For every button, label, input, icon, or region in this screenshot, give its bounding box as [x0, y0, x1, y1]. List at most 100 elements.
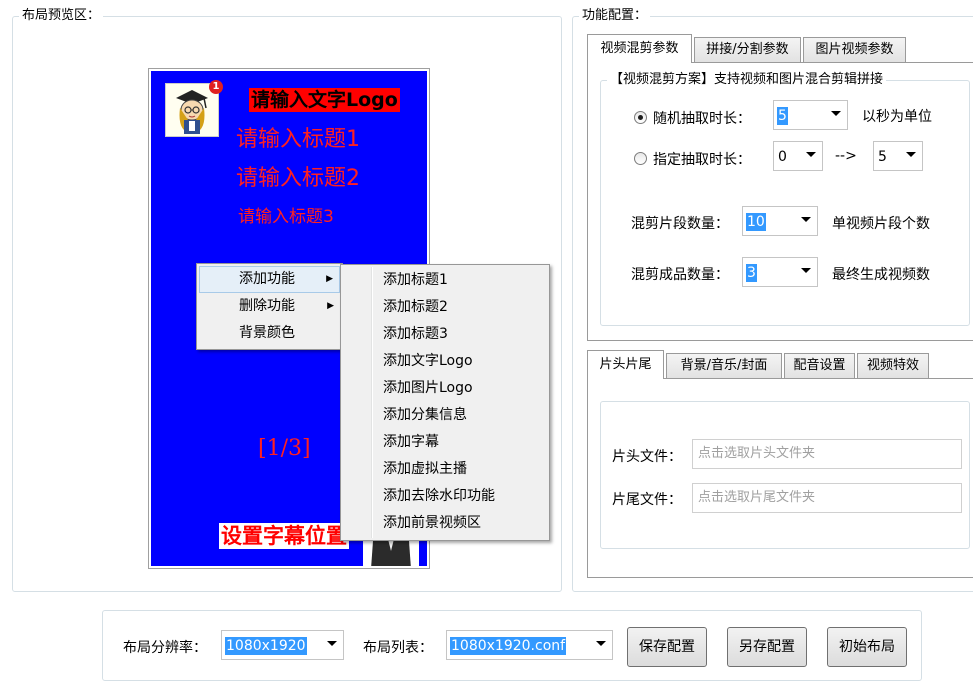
- submenu-add-title-2[interactable]: 添加标题2: [343, 294, 547, 321]
- dropdown-arrow-icon: [596, 641, 606, 646]
- outputs-count-hint: 最终生成视频数: [832, 267, 930, 283]
- avatar-logo[interactable]: 1: [165, 80, 223, 137]
- submenu-item-label: 添加文字Logo: [383, 353, 473, 369]
- layout-preview-title: 布局预览区：: [19, 8, 104, 24]
- intro-outro-inner-group: [600, 401, 970, 549]
- tab-intro-outro[interactable]: 片头片尾: [587, 350, 664, 379]
- tab-voiceover[interactable]: 配音设置: [784, 353, 855, 378]
- save-config-button[interactable]: 保存配置: [627, 627, 707, 667]
- layout-list-select[interactable]: 1080x1920.conf: [446, 630, 613, 660]
- bottom-tabstrip: 片头片尾 背景/音乐/封面 配音设置 视频特效: [587, 350, 973, 379]
- combo-value: 1080x1920.conf: [450, 637, 567, 655]
- specified-to-select[interactable]: 5: [873, 141, 923, 171]
- dropdown-arrow-icon: [806, 152, 816, 157]
- tab-label: 拼接/分割参数: [706, 42, 789, 57]
- submenu-item-label: 添加标题1: [383, 272, 448, 288]
- submenu-add-foreground-video[interactable]: 添加前景视频区: [343, 510, 547, 537]
- top-tabstrip: 视频混剪参数 拼接/分割参数 图片视频参数: [587, 34, 973, 63]
- submenu-add-virtual-anchor[interactable]: 添加虚拟主播: [343, 456, 547, 483]
- submenu-add-watermark-removal[interactable]: 添加去除水印功能: [343, 483, 547, 510]
- menu-add-function-label: 添加功能: [239, 271, 295, 287]
- layout-resolution-label: 布局分辨率：: [123, 640, 207, 656]
- tab-label: 背景/音乐/封面: [680, 358, 768, 373]
- tab-image-video[interactable]: 图片视频参数: [803, 37, 906, 62]
- combo-value: 5: [878, 149, 887, 165]
- title-2[interactable]: 请输入标题2: [236, 165, 360, 193]
- submenu-item-label: 添加虚拟主播: [383, 461, 467, 477]
- random-duration-unit: 以秒为单位: [862, 109, 932, 125]
- outro-folder-placeholder: 点击选取片尾文件夹: [698, 490, 816, 505]
- combo-value: 1080x1920: [225, 637, 307, 655]
- badge-count: 1: [212, 81, 220, 92]
- dropdown-arrow-icon: [801, 217, 811, 222]
- submenu-add-title-3[interactable]: 添加标题3: [343, 321, 547, 348]
- submenu-item-label: 添加标题2: [383, 299, 448, 315]
- menu-background-color-label: 背景颜色: [239, 325, 295, 341]
- subtitle-position[interactable]: 设置字幕位置: [219, 523, 349, 549]
- submenu-add-subtitle[interactable]: 添加字幕: [343, 429, 547, 456]
- layout-resolution-select[interactable]: 1080x1920: [221, 630, 344, 660]
- mix-scheme-title: 【视频混剪方案】支持视频和图片混合剪辑拼接: [607, 72, 887, 88]
- function-config-title: 功能配置：: [579, 8, 651, 24]
- menu-add-function[interactable]: 添加功能 ▶: [199, 266, 340, 293]
- submenu-item-label: 添加标题3: [383, 326, 448, 342]
- segments-count-select[interactable]: 10: [742, 206, 818, 236]
- dropdown-arrow-icon: [801, 268, 811, 273]
- add-function-submenu: 添加标题1 添加标题2 添加标题3 添加文字Logo 添加图片Logo 添加分集…: [340, 264, 550, 541]
- save-as-config-button[interactable]: 另存配置: [727, 627, 807, 667]
- menu-background-color[interactable]: 背景颜色: [199, 320, 340, 347]
- specified-duration-label: 指定抽取时长：: [653, 152, 751, 168]
- tab-label: 配音设置: [793, 358, 846, 373]
- submenu-item-label: 添加图片Logo: [383, 380, 473, 396]
- outro-file-label: 片尾文件：: [612, 492, 682, 508]
- segments-count-hint: 单视频片段个数: [832, 216, 930, 232]
- combo-value: 5: [777, 107, 788, 125]
- random-duration-label: 随机抽取时长：: [653, 111, 751, 127]
- dropdown-arrow-icon: [327, 641, 337, 646]
- dropdown-arrow-icon: [906, 152, 916, 157]
- intro-folder-input[interactable]: 点击选取片头文件夹: [692, 439, 962, 469]
- title-1[interactable]: 请输入标题1: [236, 126, 360, 154]
- submenu-item-label: 添加字幕: [383, 434, 439, 450]
- segments-count-label: 混剪片段数量：: [631, 216, 729, 232]
- tab-video-effects[interactable]: 视频特效: [857, 353, 929, 378]
- submenu-arrow-icon: ▶: [326, 274, 333, 284]
- submenu-add-text-logo[interactable]: 添加文字Logo: [343, 348, 547, 375]
- outputs-count-label: 混剪成品数量：: [631, 267, 729, 283]
- intro-folder-placeholder: 点击选取片头文件夹: [698, 446, 816, 461]
- submenu-item-label: 添加分集信息: [383, 407, 467, 423]
- tab-video-mix[interactable]: 视频混剪参数: [587, 34, 692, 63]
- tab-label: 片头片尾: [599, 357, 652, 372]
- submenu-item-label: 添加去除水印功能: [383, 488, 495, 504]
- submenu-add-episode-info[interactable]: 添加分集信息: [343, 402, 547, 429]
- submenu-add-image-logo[interactable]: 添加图片Logo: [343, 375, 547, 402]
- outputs-count-select[interactable]: 3: [742, 257, 818, 287]
- tab-bg-music-cover[interactable]: 背景/音乐/封面: [666, 353, 782, 378]
- menu-delete-function-label: 删除功能: [239, 298, 295, 314]
- layout-list-label: 布局列表：: [363, 640, 433, 656]
- submenu-arrow-icon: ▶: [327, 301, 334, 311]
- tab-splice-split[interactable]: 拼接/分割参数: [694, 37, 801, 62]
- outro-folder-input[interactable]: 点击选取片尾文件夹: [692, 483, 962, 513]
- text-logo[interactable]: 请输入文字Logo: [249, 88, 400, 112]
- combo-value: 0: [778, 149, 787, 165]
- specified-range-arrow: -->: [835, 148, 857, 164]
- tab-label: 视频特效: [866, 358, 919, 373]
- reset-layout-button[interactable]: 初始布局: [827, 627, 907, 667]
- combo-value: 3: [746, 264, 757, 282]
- tab-label: 图片视频参数: [815, 42, 894, 57]
- specified-duration-radio[interactable]: [634, 152, 647, 165]
- context-menu: 添加功能 ▶ 删除功能 ▶ 背景颜色: [196, 263, 343, 350]
- dropdown-arrow-icon: [831, 111, 841, 116]
- combo-value: 10: [746, 213, 766, 231]
- submenu-add-title-1[interactable]: 添加标题1: [343, 267, 547, 294]
- title-3[interactable]: 请输入标题3: [238, 206, 334, 228]
- page-indicator[interactable]: [1/3]: [258, 435, 311, 463]
- random-duration-radio[interactable]: [634, 111, 647, 124]
- random-duration-select[interactable]: 5: [773, 100, 848, 130]
- notification-badge: 1: [209, 80, 223, 94]
- submenu-item-label: 添加前景视频区: [383, 515, 481, 531]
- menu-delete-function[interactable]: 删除功能 ▶: [199, 293, 340, 320]
- specified-from-select[interactable]: 0: [773, 141, 823, 171]
- intro-file-label: 片头文件：: [612, 449, 682, 465]
